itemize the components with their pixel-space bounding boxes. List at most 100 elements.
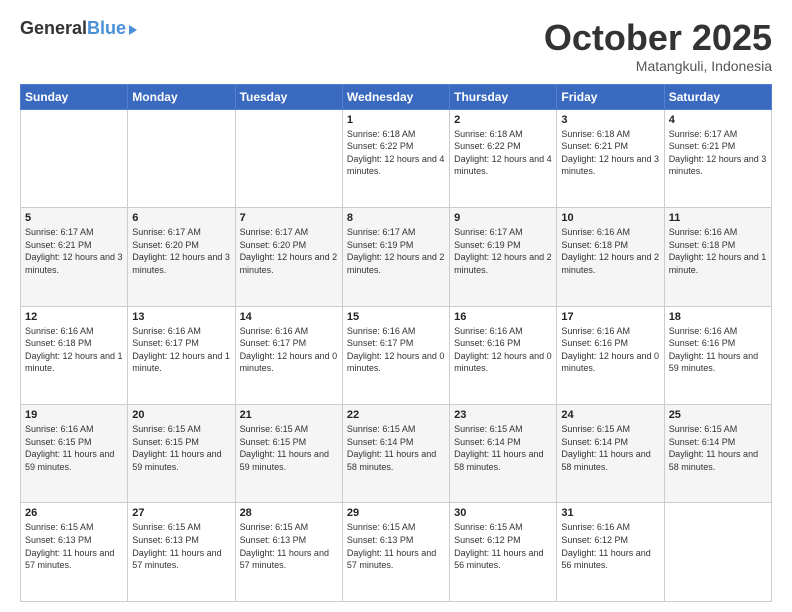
day-info: Sunrise: 6:16 AM Sunset: 6:16 PM Dayligh… [669, 325, 767, 375]
day-info: Sunrise: 6:16 AM Sunset: 6:18 PM Dayligh… [561, 226, 659, 276]
calendar-week-row: 5 Sunrise: 6:17 AM Sunset: 6:21 PM Daylig… [21, 208, 772, 306]
table-row [21, 109, 128, 207]
day-number: 18 [669, 311, 767, 323]
table-row: 23Sunrise: 6:15 AM Sunset: 6:14 PM Dayli… [450, 405, 557, 503]
day-number: 28 [240, 507, 338, 519]
logo-general-text: General [20, 18, 87, 39]
table-row: 10 Sunrise: 6:16 AM Sunset: 6:18 PM Dayli… [557, 208, 664, 306]
table-row: 8Sunrise: 6:17 AM Sunset: 6:19 PM Daylig… [342, 208, 449, 306]
day-number: 30 [454, 507, 552, 519]
day-info: Sunrise: 6:17 AM Sunset: 6:21 PM Dayligh… [25, 226, 123, 276]
month-title: October 2025 [544, 18, 772, 58]
day-info: Sunrise: 6:16 AM Sunset: 6:16 PM Dayligh… [561, 325, 659, 375]
day-number: 26 [25, 507, 123, 519]
day-info: Sunrise: 6:15 AM Sunset: 6:14 PM Dayligh… [669, 423, 767, 473]
location-subtitle: Matangkuli, Indonesia [544, 58, 772, 74]
day-info: Sunrise: 6:16 AM Sunset: 6:12 PM Dayligh… [561, 521, 659, 571]
day-info: Sunrise: 6:17 AM Sunset: 6:19 PM Dayligh… [454, 226, 552, 276]
table-row: 9 Sunrise: 6:17 AM Sunset: 6:19 PM Daylig… [450, 208, 557, 306]
table-row: 20 Sunrise: 6:15 AM Sunset: 6:15 PM Dayli… [128, 405, 235, 503]
table-row: 25 Sunrise: 6:15 AM Sunset: 6:14 PM Dayli… [664, 405, 771, 503]
table-row: 26Sunrise: 6:15 AM Sunset: 6:13 PM Dayli… [21, 503, 128, 602]
table-row: 1 Sunrise: 6:18 AM Sunset: 6:22 PM Daylig… [342, 109, 449, 207]
table-row: 27 Sunrise: 6:15 AM Sunset: 6:13 PM Dayli… [128, 503, 235, 602]
day-number: 24 [561, 409, 659, 421]
day-number: 4 [669, 114, 767, 126]
day-number: 9 [454, 212, 552, 224]
day-number: 13 [132, 311, 230, 323]
day-info: Sunrise: 6:15 AM Sunset: 6:13 PM Dayligh… [347, 521, 445, 571]
table-row: 11Sunrise: 6:16 AM Sunset: 6:18 PM Dayli… [664, 208, 771, 306]
day-number: 6 [132, 212, 230, 224]
day-number: 20 [132, 409, 230, 421]
table-row: 7 Sunrise: 6:17 AM Sunset: 6:20 PM Daylig… [235, 208, 342, 306]
day-number: 1 [347, 114, 445, 126]
day-number: 12 [25, 311, 123, 323]
table-row: 4 Sunrise: 6:17 AM Sunset: 6:21 PM Daylig… [664, 109, 771, 207]
day-number: 25 [669, 409, 767, 421]
day-number: 19 [25, 409, 123, 421]
table-row: 16 Sunrise: 6:16 AM Sunset: 6:16 PM Dayli… [450, 306, 557, 404]
title-block: October 2025 Matangkuli, Indonesia [544, 18, 772, 74]
day-number: 29 [347, 507, 445, 519]
day-number: 22 [347, 409, 445, 421]
table-row: 3 Sunrise: 6:18 AM Sunset: 6:21 PM Daylig… [557, 109, 664, 207]
table-row: 19 Sunrise: 6:16 AM Sunset: 6:15 PM Dayli… [21, 405, 128, 503]
logo: General Blue [20, 18, 137, 39]
day-info: Sunrise: 6:16 AM Sunset: 6:18 PM Dayligh… [25, 325, 123, 375]
day-info: Sunrise: 6:15 AM Sunset: 6:15 PM Dayligh… [132, 423, 230, 473]
col-wednesday: Wednesday [342, 84, 449, 109]
day-info: Sunrise: 6:15 AM Sunset: 6:12 PM Dayligh… [454, 521, 552, 571]
day-info: Sunrise: 6:17 AM Sunset: 6:21 PM Dayligh… [669, 128, 767, 178]
col-monday: Monday [128, 84, 235, 109]
table-row: 17 Sunrise: 6:16 AM Sunset: 6:16 PM Dayli… [557, 306, 664, 404]
logo-arrow-icon [129, 25, 137, 35]
table-row: 29 Sunrise: 6:15 AM Sunset: 6:13 PM Dayli… [342, 503, 449, 602]
day-number: 10 [561, 212, 659, 224]
day-info: Sunrise: 6:16 AM Sunset: 6:17 PM Dayligh… [347, 325, 445, 375]
day-info: Sunrise: 6:16 AM Sunset: 6:16 PM Dayligh… [454, 325, 552, 375]
table-row: 12 Sunrise: 6:16 AM Sunset: 6:18 PM Dayli… [21, 306, 128, 404]
day-info: Sunrise: 6:15 AM Sunset: 6:13 PM Dayligh… [132, 521, 230, 571]
table-row: 21Sunrise: 6:15 AM Sunset: 6:15 PM Dayli… [235, 405, 342, 503]
col-tuesday: Tuesday [235, 84, 342, 109]
calendar-week-row: 12 Sunrise: 6:16 AM Sunset: 6:18 PM Dayli… [21, 306, 772, 404]
table-row: 5 Sunrise: 6:17 AM Sunset: 6:21 PM Daylig… [21, 208, 128, 306]
day-number: 17 [561, 311, 659, 323]
calendar-week-row: 19 Sunrise: 6:16 AM Sunset: 6:15 PM Dayli… [21, 405, 772, 503]
table-row: 30 Sunrise: 6:15 AM Sunset: 6:12 PM Dayli… [450, 503, 557, 602]
table-row: 13Sunrise: 6:16 AM Sunset: 6:17 PM Dayli… [128, 306, 235, 404]
day-number: 27 [132, 507, 230, 519]
day-number: 23 [454, 409, 552, 421]
day-number: 15 [347, 311, 445, 323]
table-row: 15 Sunrise: 6:16 AM Sunset: 6:17 PM Dayli… [342, 306, 449, 404]
day-info: Sunrise: 6:15 AM Sunset: 6:15 PM Dayligh… [240, 423, 338, 473]
page: General Blue October 2025 Matangkuli, In… [0, 0, 792, 612]
table-row [128, 109, 235, 207]
col-friday: Friday [557, 84, 664, 109]
day-info: Sunrise: 6:16 AM Sunset: 6:15 PM Dayligh… [25, 423, 123, 473]
day-number: 31 [561, 507, 659, 519]
day-info: Sunrise: 6:17 AM Sunset: 6:20 PM Dayligh… [132, 226, 230, 276]
day-info: Sunrise: 6:17 AM Sunset: 6:20 PM Dayligh… [240, 226, 338, 276]
calendar-table: Sunday Monday Tuesday Wednesday Thursday… [20, 84, 772, 602]
day-info: Sunrise: 6:15 AM Sunset: 6:14 PM Dayligh… [561, 423, 659, 473]
calendar-header-row: Sunday Monday Tuesday Wednesday Thursday… [21, 84, 772, 109]
col-sunday: Sunday [21, 84, 128, 109]
table-row [664, 503, 771, 602]
day-number: 7 [240, 212, 338, 224]
day-info: Sunrise: 6:17 AM Sunset: 6:19 PM Dayligh… [347, 226, 445, 276]
day-number: 5 [25, 212, 123, 224]
table-row [235, 109, 342, 207]
table-row: 18 Sunrise: 6:16 AM Sunset: 6:16 PM Dayli… [664, 306, 771, 404]
day-info: Sunrise: 6:18 AM Sunset: 6:21 PM Dayligh… [561, 128, 659, 178]
header: General Blue October 2025 Matangkuli, In… [20, 18, 772, 74]
col-thursday: Thursday [450, 84, 557, 109]
calendar-week-row: 26 Sunrise: 6:15 AM Sunset: 6:13 PM Dayli… [21, 503, 772, 602]
day-number: 16 [454, 311, 552, 323]
day-info: Sunrise: 6:18 AM Sunset: 6:22 PM Dayligh… [454, 128, 552, 178]
day-info: Sunrise: 6:18 AM Sunset: 6:22 PM Dayligh… [347, 128, 445, 178]
day-number: 3 [561, 114, 659, 126]
day-info: Sunrise: 6:15 AM Sunset: 6:13 PM Dayligh… [240, 521, 338, 571]
calendar-week-row: 1 Sunrise: 6:18 AM Sunset: 6:22 PM Daylig… [21, 109, 772, 207]
